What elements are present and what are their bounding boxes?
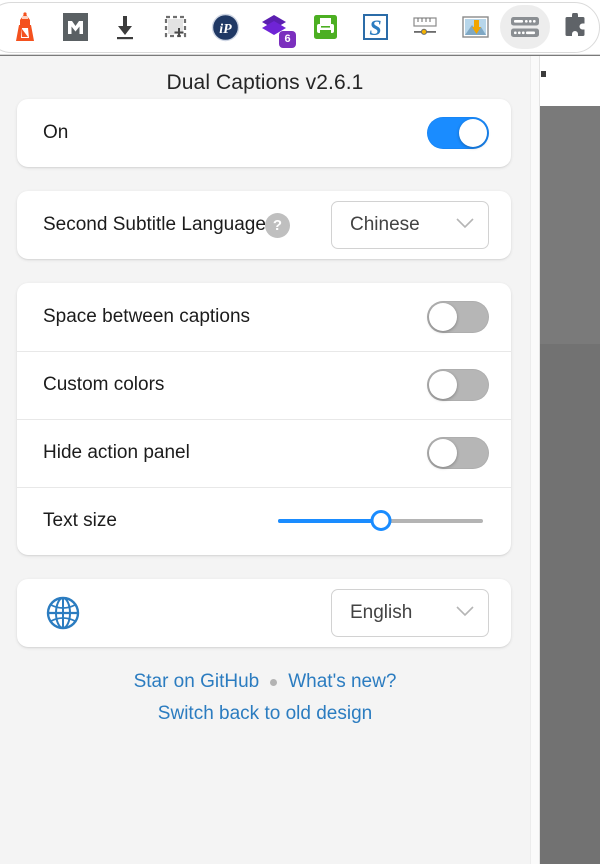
power-card: On — [17, 99, 511, 167]
purple-stack-icon[interactable]: 6 — [250, 5, 300, 49]
ruler-slider-icon[interactable] — [400, 5, 450, 49]
ui-language-card: English — [17, 579, 511, 647]
custom-colors-toggle[interactable] — [427, 369, 489, 401]
screen: iP 6 S Dual Captions v2.6.1 On Second Su… — [0, 0, 600, 864]
settings-card: Space between captions Custom colors Hid… — [17, 283, 511, 555]
ui-language-select[interactable]: English — [331, 589, 489, 637]
setting-row-text-size[interactable]: Text size — [17, 487, 511, 555]
text-size-slider[interactable] — [278, 510, 483, 532]
dual-captions-icon[interactable] — [500, 5, 550, 49]
ip-lookup-icon[interactable]: iP — [200, 5, 250, 49]
toggle-knob — [429, 303, 457, 331]
slider-thumb[interactable] — [370, 510, 391, 531]
toggle-knob — [429, 439, 457, 467]
extensions-puzzle-icon[interactable] — [550, 5, 600, 49]
print-green-icon[interactable] — [300, 5, 350, 49]
background-page-mark — [541, 71, 546, 77]
space-between-captions-toggle[interactable] — [427, 301, 489, 333]
browser-toolbar: iP 6 S — [0, 0, 600, 55]
footer-line-secondary: Switch back to old design — [0, 703, 530, 725]
ui-language-row: English — [17, 579, 511, 647]
svg-text:iP: iP — [219, 22, 232, 37]
popup-footer: Star on GitHub What's new? Switch back t… — [0, 647, 539, 725]
globe-icon — [43, 593, 83, 633]
power-label: On — [43, 122, 69, 143]
svg-text:S: S — [369, 15, 381, 40]
card-gap — [0, 555, 539, 579]
toggle-knob — [429, 371, 457, 399]
page-title: Dual Captions v2.6.1 — [166, 71, 364, 94]
s-letter-icon[interactable]: S — [350, 5, 400, 49]
setting-label: Custom colors — [43, 374, 165, 395]
setting-label: Hide action panel — [43, 442, 190, 463]
ui-language-value: English — [350, 602, 413, 623]
icon-badge-count: 6 — [279, 31, 296, 48]
switch-back-old-design-link[interactable]: Switch back to old design — [158, 703, 372, 725]
popup-scrollbar[interactable] — [530, 56, 539, 864]
image-save-icon[interactable] — [450, 5, 500, 49]
markdown-icon[interactable] — [50, 5, 100, 49]
chevron-down-icon — [455, 604, 475, 622]
setting-row-hide-action-panel[interactable]: Hide action panel — [17, 419, 511, 487]
lighthouse-icon[interactable] — [0, 5, 50, 49]
setting-label: Space between captions — [43, 306, 251, 327]
chevron-down-icon — [455, 216, 475, 234]
extension-popup: Dual Captions v2.6.1 On Second Subtitle … — [0, 56, 540, 864]
second-language-select[interactable]: Chinese — [331, 201, 489, 249]
setting-row-space-between-captions[interactable]: Space between captions — [17, 283, 511, 351]
card-gap — [0, 167, 539, 191]
separator-dot-icon — [270, 678, 278, 686]
download-icon[interactable] — [100, 5, 150, 49]
second-language-label: Second Subtitle Language — [43, 214, 266, 235]
power-row[interactable]: On — [17, 99, 511, 167]
screenshot-capture-icon[interactable] — [150, 5, 200, 49]
help-icon[interactable]: ? — [264, 212, 290, 238]
star-on-github-link[interactable]: Star on GitHub — [134, 671, 260, 693]
power-toggle[interactable] — [427, 117, 489, 149]
card-gap — [0, 259, 539, 283]
second-language-card: Second Subtitle Language ? Chinese — [17, 191, 511, 259]
second-language-value: Chinese — [350, 214, 420, 235]
extension-icon-strip: iP 6 S — [0, 0, 600, 54]
whats-new-link[interactable]: What's new? — [288, 671, 396, 693]
hide-action-panel-toggle[interactable] — [427, 437, 489, 469]
second-language-row: Second Subtitle Language ? Chinese — [17, 191, 511, 259]
setting-label: Text size — [43, 510, 117, 531]
slider-fill — [278, 519, 381, 523]
footer-line-primary: Star on GitHub What's new? — [0, 671, 530, 693]
setting-row-custom-colors[interactable]: Custom colors — [17, 351, 511, 419]
toggle-knob — [459, 119, 487, 147]
